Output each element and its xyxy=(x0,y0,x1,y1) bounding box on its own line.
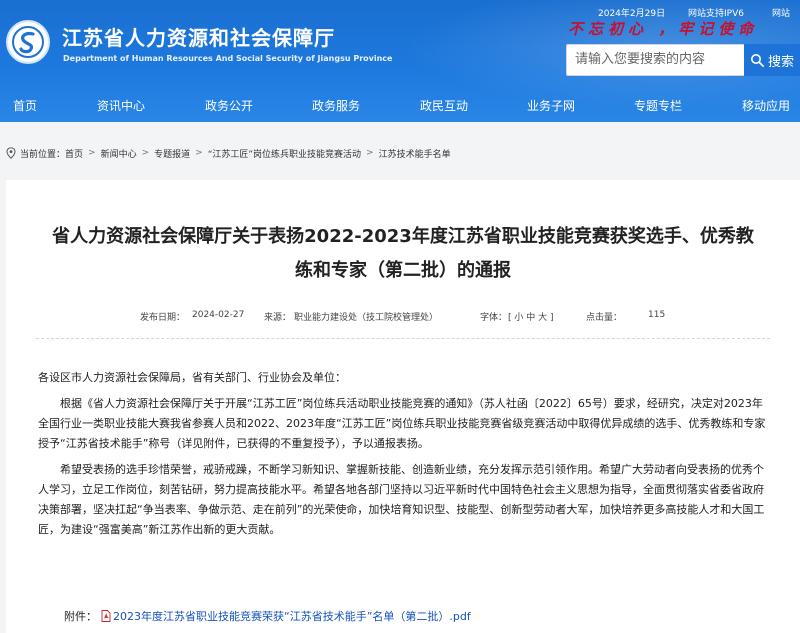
top-link-site[interactable]: 网站 xyxy=(772,6,790,19)
breadcrumb-separator: > xyxy=(141,148,150,158)
search-icon xyxy=(750,54,764,67)
source: 职业能力建设处（技工院校管理处） xyxy=(294,313,439,323)
nav-interaction[interactable]: 政民互动 xyxy=(420,97,468,114)
location-pin-icon xyxy=(6,147,16,159)
breadcrumb-label: 当前位置： xyxy=(20,149,66,160)
site-title[interactable]: 江苏省人力资源和社会保障厅 xyxy=(62,22,335,51)
breadcrumb-separator: > xyxy=(366,148,374,158)
nav-gov-affairs[interactable]: 政务公开 xyxy=(205,97,253,114)
article-paragraph: 根据《省人力资源社会保障厅关于开展“江苏工匠”岗位练兵活动职业技能竞赛的通知》（… xyxy=(38,397,766,450)
attachment-link[interactable]: 2023年度江苏省职业技能竞赛荣获“江苏省技术能手”名单（第二批）.pdf xyxy=(113,608,471,624)
publish-date: 2024-02-27 xyxy=(192,310,245,320)
nav-news[interactable]: 资讯中心 xyxy=(97,97,145,114)
site-logo[interactable] xyxy=(6,20,50,64)
meta-divider xyxy=(36,338,770,339)
main-nav: 首页 资讯中心 政务公开 政务服务 政民互动 业务子网 专题专栏 移动应用 xyxy=(0,88,800,122)
breadcrumb-home[interactable]: 首页 xyxy=(65,147,83,160)
breadcrumb-separator: > xyxy=(195,148,203,158)
article-salutation: 各设区市人力资源社会保障局，省有关部门、行业协会及单位： xyxy=(38,371,346,384)
attachment-label: 附件： xyxy=(64,610,97,623)
nav-home[interactable]: 首页 xyxy=(13,97,37,114)
article-body: 各设区市人力资源社会保障局，省有关部门、行业协会及单位： 根据《省人力资源社会保… xyxy=(38,368,770,546)
attachment-row: 附件： 2023年度江苏省职业技能竞赛荣获“江苏省技术能手”名单（第二批）.pd… xyxy=(64,608,471,624)
publish-date-label: 发布日期： xyxy=(140,313,186,323)
search-button[interactable]: 搜索 xyxy=(744,44,800,76)
click-count: 115 xyxy=(648,310,666,320)
breadcrumb: 当前位置： 首页 > 新闻中心 > 专题报道 > “江苏工匠”岗位练兵职业技能竞… xyxy=(0,142,800,164)
font-size-label: 字体： xyxy=(480,313,508,323)
search-button-label: 搜索 xyxy=(767,54,794,70)
breadcrumb-special-reports[interactable]: 专题报道 xyxy=(154,147,190,160)
site-subtitle: Department of Human Resources And Social… xyxy=(63,54,393,63)
nav-mobile[interactable]: 移动应用 xyxy=(742,97,790,114)
font-size-switcher[interactable]: [ 小 中 大 ] xyxy=(508,310,553,323)
slogan: 不忘初心 ，牢记使命 xyxy=(568,20,759,38)
breadcrumb-separator: > xyxy=(88,148,96,158)
source-label: 来源： xyxy=(264,313,292,323)
breadcrumb-craftsman-activity[interactable]: “江苏工匠”岗位练兵职业技能竞赛活动 xyxy=(208,147,361,160)
site-header: 2024年2月29日 网站支持IPV6 网站 江苏省人力资源和社会保障厅 Dep… xyxy=(0,0,800,122)
article-card: 省人力资源社会保障厅关于表扬2022-2023年度江苏省职业技能竞赛获奖选手、优… xyxy=(6,180,800,633)
logo-emblem-icon xyxy=(12,26,44,58)
pdf-file-icon xyxy=(101,610,111,622)
article-title: 省人力资源社会保障厅关于表扬2022-2023年度江苏省职业技能竞赛获奖选手、优… xyxy=(52,226,754,281)
article-paragraph: 希望受表扬的选手珍惜荣誉，戒骄戒躁，不断学习新知识、掌握新技能、创造新业绩，充分… xyxy=(38,463,765,536)
nav-gov-services[interactable]: 政务服务 xyxy=(312,97,360,114)
nav-special-topics[interactable]: 专题专栏 xyxy=(634,97,682,114)
search-input[interactable]: 请输入您要搜索的内容 xyxy=(566,44,744,76)
clicks-label: 点击量： xyxy=(586,313,623,323)
breadcrumb-news-center[interactable]: 新闻中心 xyxy=(101,147,137,160)
nav-business-subnet[interactable]: 业务子网 xyxy=(527,97,575,114)
breadcrumb-current[interactable]: 江苏技术能手名单 xyxy=(379,147,451,160)
